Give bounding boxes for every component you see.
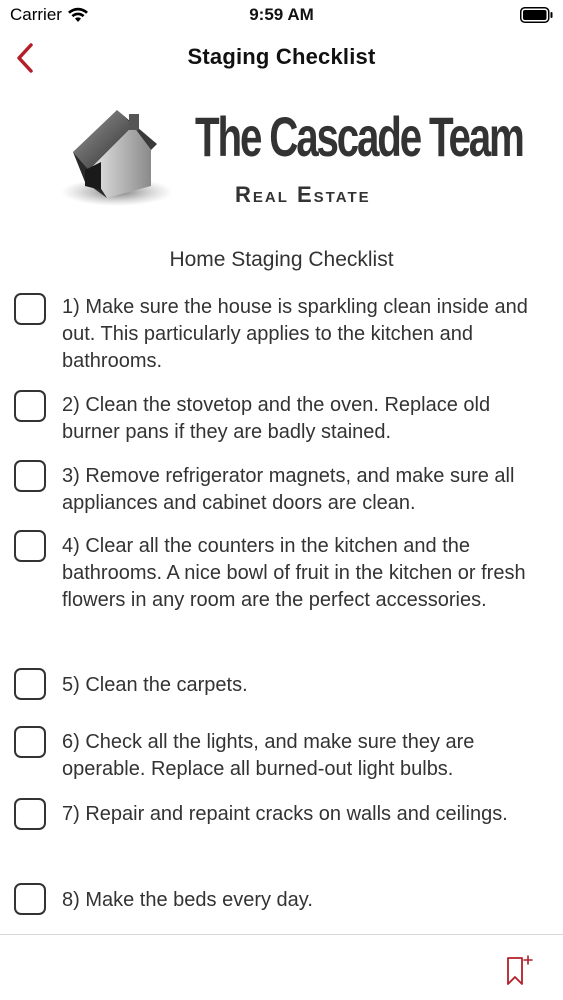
toolbar-divider	[0, 934, 563, 935]
item-text: 3) Remove refrigerator magnets, and make…	[62, 465, 515, 514]
item-checkbox[interactable]	[14, 798, 46, 830]
item-text: 2) Clean the stovetop and the oven. Repl…	[62, 394, 491, 443]
item-text: 7) Repair and repaint cracks on walls an…	[62, 803, 508, 825]
item-checkbox[interactable]	[14, 726, 46, 758]
battery-icon	[520, 7, 553, 23]
item-text: 8) Make the beds every day.	[62, 889, 313, 911]
logo-subtitle: Real Estate	[235, 182, 371, 207]
item-text: 5) Clean the carpets.	[62, 674, 248, 696]
item-checkbox[interactable]	[14, 668, 46, 700]
item-checkbox[interactable]	[14, 390, 46, 422]
nav-bar: Staging Checklist	[0, 30, 563, 86]
item-checkbox[interactable]	[14, 883, 46, 915]
item-checkbox[interactable]	[14, 460, 46, 492]
item-text: 1) Make sure the house is sparkling clea…	[62, 296, 528, 372]
item-text: 6) Check all the lights, and make sure t…	[62, 731, 475, 780]
bookmark-add-icon	[507, 955, 533, 985]
status-bar: Carrier 9:59 AM	[0, 0, 563, 30]
company-logo: The Cascade Team Real Estate	[55, 100, 525, 210]
checklist-heading: Home Staging Checklist	[169, 248, 394, 271]
item-text: 4) Clear all the counters in the kitchen…	[62, 535, 526, 611]
page-title: Staging Checklist	[187, 44, 376, 69]
logo-title: The Cascade Team	[195, 105, 525, 168]
status-time: 9:59 AM	[249, 5, 314, 24]
item-checkbox[interactable]	[14, 530, 46, 562]
add-bookmark-button[interactable]	[502, 954, 536, 988]
house-logo-icon	[61, 110, 173, 206]
item-checkbox[interactable]	[14, 293, 46, 325]
